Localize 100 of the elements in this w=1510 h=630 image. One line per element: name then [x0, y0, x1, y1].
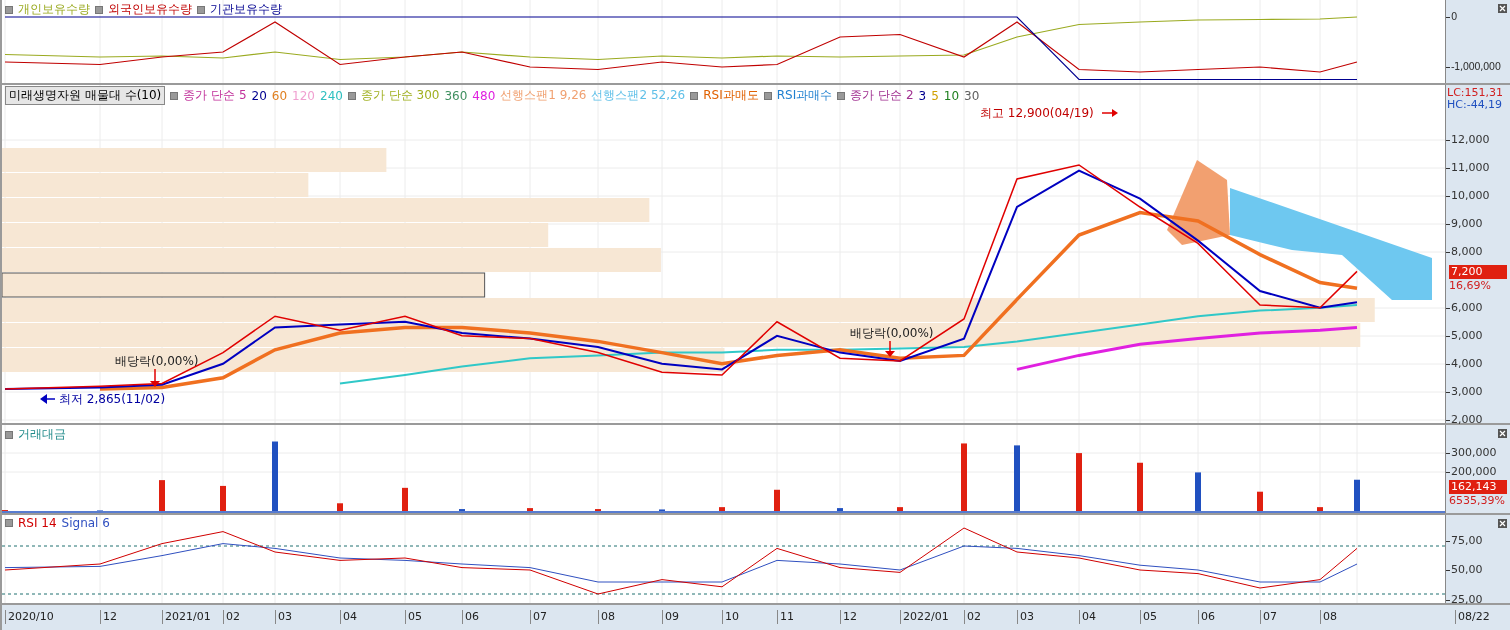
legend-item[interactable]: RSI과매수 — [776, 87, 833, 104]
volume-bar — [897, 507, 903, 511]
ex-dividend-label: 배당락(0,00%) — [850, 326, 934, 340]
change-percent: 16,69% — [1449, 279, 1491, 293]
volume-bar — [527, 508, 533, 511]
axis-label: 10,000 — [1446, 189, 1490, 203]
high-label: 최고 12,900(04/19) — [980, 106, 1094, 120]
legend-item[interactable]: 360 — [444, 88, 468, 103]
x-axis-label: 2020/10 — [5, 610, 54, 624]
legend-item[interactable]: 거래대금 — [18, 426, 66, 443]
axis-label: 5,000 — [1446, 329, 1483, 343]
legend-item[interactable]: 20 — [251, 88, 267, 103]
x-axis-label: 03 — [275, 610, 292, 624]
last-price-tag: 7,200 — [1449, 265, 1507, 279]
close-icon[interactable] — [1498, 429, 1507, 438]
x-axis-label: 08 — [1320, 610, 1337, 624]
last-value-tag: 162,143 — [1449, 480, 1507, 494]
legend-marker-icon — [5, 5, 13, 14]
volume-bar — [1014, 445, 1020, 511]
volume-bar — [159, 480, 165, 511]
axis-label: 4,000 — [1446, 357, 1483, 371]
legend-item[interactable]: 3 — [918, 88, 927, 103]
legend-item[interactable]: RSI과매도 — [703, 87, 759, 104]
legend-marker-icon — [690, 91, 699, 100]
x-axis-label: 12 — [840, 610, 857, 624]
legend-marker-icon — [170, 91, 179, 100]
volume-bar — [837, 508, 843, 511]
lc-value: LC:151,31 — [1447, 86, 1503, 99]
x-axis-label: 05 — [405, 610, 422, 624]
x-axis-label: 06 — [1198, 610, 1215, 624]
x-axis-label: 06 — [462, 610, 479, 624]
legend-marker-icon — [197, 5, 205, 14]
volume-bar — [1354, 479, 1360, 511]
legend-item[interactable]: 480 — [472, 88, 496, 103]
legend-item[interactable]: 5 — [931, 88, 939, 103]
axis-label: 8,000 — [1446, 245, 1483, 259]
arrow-icon — [1101, 109, 1118, 117]
legend-item[interactable]: 종가 단순 5 — [183, 87, 247, 104]
legend-item[interactable]: Signal 6 — [61, 516, 110, 530]
legend-marker-icon — [5, 430, 13, 439]
legend-item[interactable]: 개인보유수량 — [18, 1, 90, 18]
axis-label: 12,000 — [1446, 133, 1490, 147]
legend-item[interactable]: 종가 단순 300 — [360, 87, 440, 104]
x-axis-label: 2022/01 — [900, 610, 949, 624]
volume-bar — [774, 489, 780, 511]
legend-item[interactable]: 10 — [943, 88, 960, 103]
x-axis-label: 11 — [777, 610, 794, 624]
arrow-icon — [40, 394, 56, 404]
low-label: 최저 2,865(11/02) — [59, 392, 166, 406]
x-axis-label: 12 — [100, 610, 117, 624]
axis-label: -1,000,000 — [1446, 60, 1501, 74]
x-axis-label: 05 — [1140, 610, 1157, 624]
legend-item[interactable]: 기관보유수량 — [210, 1, 282, 18]
axis-label: 300,000 — [1446, 446, 1497, 460]
volume-bar — [1195, 472, 1201, 511]
x-axis-label: 08 — [598, 610, 615, 624]
close-icon[interactable] — [1498, 519, 1507, 528]
axis-label: 11,000 — [1446, 161, 1490, 175]
axis-label: 200,000 — [1446, 465, 1497, 479]
legend-marker-icon — [95, 5, 103, 14]
volume-bar — [272, 441, 278, 511]
close-icon[interactable] — [1498, 4, 1507, 13]
axis-label: 9,000 — [1446, 217, 1483, 231]
x-axis-label: 2021/01 — [162, 610, 211, 624]
volume-bar — [961, 443, 967, 511]
x-axis-label: 08/22 — [1455, 610, 1490, 624]
axis-label: 3,000 — [1446, 385, 1483, 399]
legend-marker-icon — [5, 519, 13, 527]
volume-bar — [1076, 453, 1082, 511]
x-axis-label: 07 — [530, 610, 547, 624]
legend-item[interactable]: 종가 단순 2 — [850, 87, 914, 104]
axis-label: 6,000 — [1446, 301, 1483, 315]
volume-bar — [1257, 491, 1263, 511]
volume-bar — [1137, 462, 1143, 511]
x-axis-label: 07 — [1260, 610, 1277, 624]
ex-dividend-label: 배당락(0,00%) — [115, 354, 199, 368]
x-axis-label: 04 — [340, 610, 357, 624]
legend-item[interactable]: RSI 14 — [18, 516, 57, 530]
legend-marker-icon — [837, 91, 846, 100]
down-arrow-icon — [885, 340, 895, 357]
legend-marker-icon — [347, 91, 356, 100]
volume-bar — [1317, 507, 1323, 511]
volume-bar — [220, 485, 226, 511]
legend-item[interactable]: 240 — [320, 88, 343, 103]
axis-label: 50,00 — [1446, 563, 1483, 577]
legend-item[interactable]: 외국인보유수량 — [108, 1, 192, 18]
volume-bar — [402, 487, 408, 511]
axis-label: 75,00 — [1446, 534, 1483, 548]
volume-bar — [337, 503, 343, 511]
x-axis-label: 03 — [1017, 610, 1034, 624]
x-axis-label: 02 — [223, 610, 240, 624]
volume-profile-title[interactable]: 미래생명자원 매물대 수(10) — [5, 86, 166, 105]
x-axis-label: 09 — [662, 610, 679, 624]
x-axis-label: 10 — [722, 610, 739, 624]
x-axis-label: 04 — [1079, 610, 1096, 624]
legend-item[interactable]: 60 — [271, 88, 288, 103]
legend-item[interactable]: 30 — [964, 88, 980, 103]
change-percent: 6535,39% — [1449, 494, 1505, 508]
hc-value: HC:-44,19 — [1447, 98, 1503, 111]
legend-marker-icon — [763, 91, 772, 100]
